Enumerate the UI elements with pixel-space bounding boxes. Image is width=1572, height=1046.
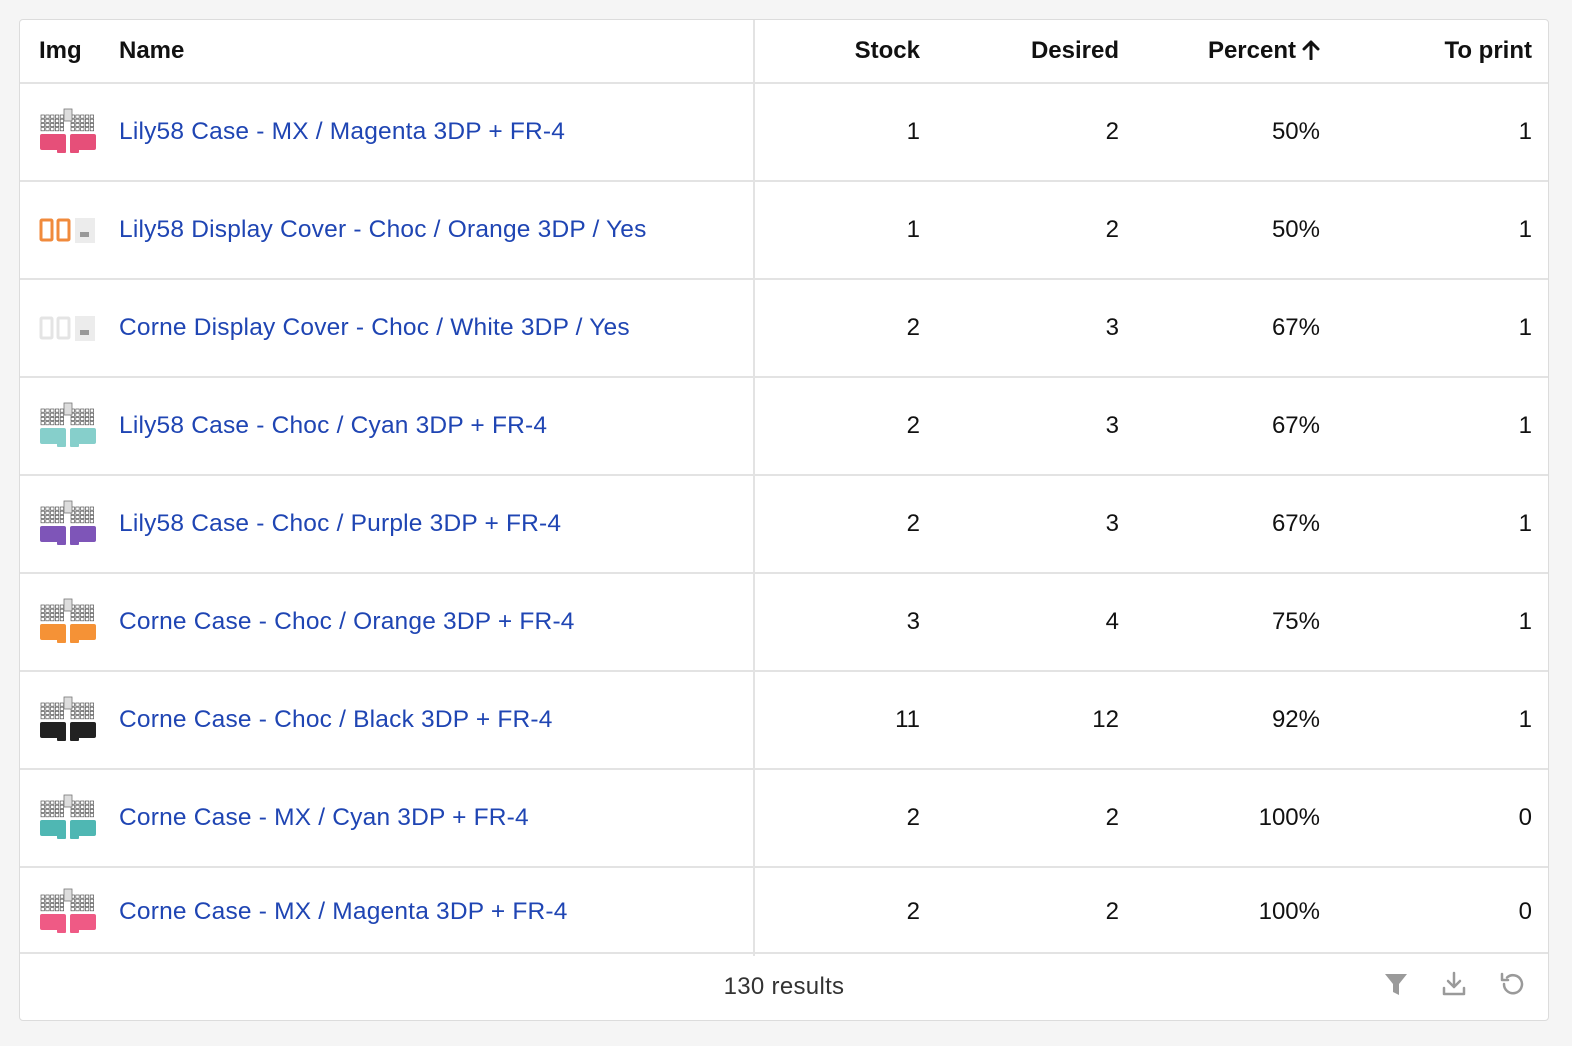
cell-name: Lily58 Case - MX / Magenta 3DP + FR-4 — [119, 83, 755, 181]
keyboard-case-thumbnail — [40, 402, 96, 447]
filter-icon[interactable] — [1382, 970, 1410, 998]
product-link[interactable]: Corne Case - Choc / Orange 3DP + FR-4 — [119, 608, 575, 635]
cell-name: Corne Case - Choc / Orange 3DP + FR-4 — [119, 573, 755, 671]
table-footer: 130 results — [20, 952, 1548, 1020]
download-icon[interactable] — [1440, 970, 1468, 998]
table-row[interactable]: Corne Case - MX / Magenta 3DP + FR-4 2 2 10… — [20, 867, 1548, 956]
product-link[interactable]: Lily58 Case - MX / Magenta 3DP + FR-4 — [119, 118, 565, 145]
cell-name: Corne Case - Choc / Black 3DP + FR-4 — [119, 671, 755, 769]
cell-img — [20, 279, 119, 377]
column-header-desired[interactable]: Desired — [936, 20, 1135, 84]
cell-stock: 2 — [906, 510, 920, 537]
cell-percent: 50% — [1271, 118, 1320, 145]
table-row[interactable]: Corne Display Cover - Choc / White 3DP /… — [20, 279, 1548, 377]
table-row[interactable]: Corne Case - Choc / Black 3DP + FR-4 11 12… — [20, 671, 1548, 769]
cell-percent: 67% — [1271, 412, 1320, 439]
cell-stock: 1 — [906, 216, 920, 243]
table-row[interactable]: Lily58 Display Cover - Choc / Orange 3DP… — [20, 181, 1548, 279]
column-header-percent-label: Percent — [1207, 37, 1296, 64]
table-row[interactable]: Corne Case - MX / Cyan 3DP + FR-4 2 2 100% 0 — [20, 769, 1548, 867]
refresh-icon[interactable] — [1498, 970, 1526, 998]
display-cover-thumbnail — [39, 316, 95, 341]
cell-name: Corne Case - MX / Cyan 3DP + FR-4 — [119, 769, 755, 867]
cell-img — [20, 181, 119, 279]
cell-stock: 1 — [906, 118, 920, 145]
column-header-name[interactable]: Name — [119, 20, 755, 84]
cell-to-print: 0 — [1518, 898, 1532, 925]
cell-name: Corne Display Cover - Choc / White 3DP /… — [119, 279, 755, 377]
cell-to-print: 1 — [1518, 412, 1532, 439]
table-row[interactable]: Corne Case - Choc / Orange 3DP + FR-4 3 4 7… — [20, 573, 1548, 671]
cell-img — [20, 867, 119, 956]
cell-desired: 2 — [1105, 118, 1119, 145]
cell-stock: 2 — [906, 898, 920, 925]
cell-img — [20, 475, 119, 573]
keyboard-case-thumbnail — [40, 500, 96, 545]
cell-to-print: 0 — [1518, 804, 1532, 831]
cell-img — [20, 573, 119, 671]
cell-stock: 2 — [906, 804, 920, 831]
cell-percent: 67% — [1271, 314, 1320, 341]
cell-desired: 3 — [1105, 412, 1119, 439]
table-row[interactable]: Lily58 Case - Choc / Cyan 3DP + FR-4 2 3 67… — [20, 377, 1548, 475]
cell-percent: 75% — [1271, 608, 1320, 635]
cell-to-print: 1 — [1518, 510, 1532, 537]
cell-to-print: 1 — [1518, 706, 1532, 733]
results-count: 130 results — [723, 973, 845, 1000]
cell-percent: 100% — [1258, 898, 1320, 925]
arrow-up-icon — [1302, 40, 1320, 60]
cell-desired: 3 — [1105, 314, 1119, 341]
cell-name: Lily58 Display Cover - Choc / Orange 3DP… — [119, 181, 755, 279]
column-header-stock[interactable]: Stock — [754, 20, 936, 84]
footer-toolbar — [1382, 970, 1526, 998]
keyboard-case-thumbnail — [40, 888, 96, 933]
product-link[interactable]: Corne Case - MX / Magenta 3DP + FR-4 — [119, 898, 568, 925]
cell-desired: 2 — [1105, 804, 1119, 831]
cell-name: Corne Case - MX / Magenta 3DP + FR-4 — [119, 867, 755, 956]
cell-percent: 67% — [1271, 510, 1320, 537]
keyboard-case-thumbnail — [40, 794, 96, 839]
display-cover-thumbnail — [39, 218, 95, 243]
column-header-to-print[interactable]: To print — [1334, 20, 1548, 84]
cell-img — [20, 671, 119, 769]
keyboard-case-thumbnail — [40, 108, 96, 153]
cell-img — [20, 377, 119, 475]
cell-desired: 2 — [1105, 216, 1119, 243]
cell-to-print: 1 — [1518, 314, 1532, 341]
cell-stock: 2 — [906, 314, 920, 341]
table-row[interactable]: Lily58 Case - Choc / Purple 3DP + FR-4 2 3… — [20, 475, 1548, 573]
cell-percent: 92% — [1271, 706, 1320, 733]
column-header-percent[interactable]: Percent — [1135, 20, 1334, 84]
cell-to-print: 1 — [1518, 608, 1532, 635]
product-link[interactable]: Corne Display Cover - Choc / White 3DP /… — [119, 314, 630, 341]
cell-img — [20, 83, 119, 181]
table-header-row: Img Name Stock Desired Percent To print — [20, 20, 1548, 84]
data-table: Img Name Stock Desired Percent To print … — [20, 20, 1548, 956]
cell-to-print: 1 — [1518, 216, 1532, 243]
table-body: Lily58 Case - MX / Magenta 3DP + FR-4 1 2 5… — [20, 83, 1548, 956]
cell-percent: 50% — [1271, 216, 1320, 243]
cell-desired: 2 — [1105, 898, 1119, 925]
cell-to-print: 1 — [1518, 118, 1532, 145]
cell-name: Lily58 Case - Choc / Cyan 3DP + FR-4 — [119, 377, 755, 475]
cell-desired: 12 — [1092, 706, 1119, 733]
data-table-panel: Img Name Stock Desired Percent To print … — [19, 19, 1549, 1021]
cell-name: Lily58 Case - Choc / Purple 3DP + FR-4 — [119, 475, 755, 573]
product-link[interactable]: Lily58 Case - Choc / Cyan 3DP + FR-4 — [119, 412, 547, 439]
cell-stock: 11 — [895, 706, 920, 733]
cell-percent: 100% — [1258, 804, 1320, 831]
product-link[interactable]: Lily58 Case - Choc / Purple 3DP + FR-4 — [119, 510, 561, 537]
table-row[interactable]: Lily58 Case - MX / Magenta 3DP + FR-4 1 2 5… — [20, 83, 1548, 181]
cell-desired: 3 — [1105, 510, 1119, 537]
cell-desired: 4 — [1105, 608, 1119, 635]
cell-stock: 2 — [906, 412, 920, 439]
product-link[interactable]: Lily58 Display Cover - Choc / Orange 3DP… — [119, 216, 647, 243]
keyboard-case-thumbnail — [40, 696, 96, 741]
keyboard-case-thumbnail — [40, 598, 96, 643]
cell-stock: 3 — [906, 608, 920, 635]
cell-img — [20, 769, 119, 867]
column-header-img[interactable]: Img — [20, 20, 119, 84]
product-link[interactable]: Corne Case - Choc / Black 3DP + FR-4 — [119, 706, 553, 733]
product-link[interactable]: Corne Case - MX / Cyan 3DP + FR-4 — [119, 804, 529, 831]
